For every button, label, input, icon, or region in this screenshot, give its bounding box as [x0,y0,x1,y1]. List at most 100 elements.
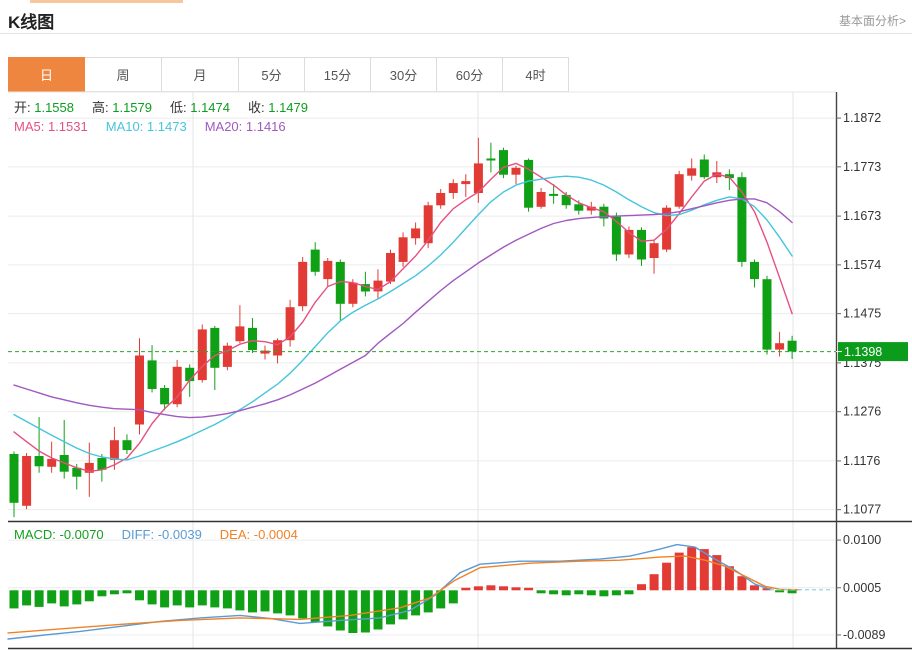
info-item: 高: 1.1579 [92,100,152,115]
macd-hist-bar [361,590,370,632]
macd-hist-bar [185,590,194,607]
candle-body [650,243,659,258]
candle-body [737,177,746,262]
candle-body [763,279,772,349]
ma5-line [14,163,792,471]
candle-body [22,456,31,506]
macd-hist-bar [198,590,207,605]
price-tick-label: 1.1773 [843,160,881,174]
macd-hist-bar [524,588,533,591]
macd-tick-label: 0.0100 [843,533,881,547]
price-tick-label: 1.1574 [843,258,881,272]
candle-body [311,250,320,272]
candle-body [261,351,270,354]
candle-body [775,343,784,349]
macd-hist-bar [662,563,671,591]
macd-hist-bar [675,553,684,591]
macd-hist-bar [273,590,282,613]
candle-body [286,307,295,340]
macd-hist-bar [650,574,659,590]
candle-body [323,261,332,279]
macd-hist-bar [235,590,244,610]
macd-hist-bar [612,590,621,595]
macd-hist-bar [22,590,31,605]
macd-hist-bar [687,547,696,590]
macd-hist-bar [85,590,94,601]
macd-hist-bar [60,590,69,606]
candle-body [625,230,634,255]
candle-body [198,329,207,380]
last-price-label: 1.1398 [844,345,882,359]
macd-hist-bar [298,590,307,618]
macd-hist-bar [35,590,44,607]
candle-body [10,454,19,503]
macd-hist-bar [788,590,797,593]
macd-hist-bar [10,590,19,608]
macd-hist-bar [399,590,408,619]
candle-body [160,388,169,404]
info-item: DEA: -0.0004 [220,527,298,542]
macd-hist-bar [574,590,583,594]
macd-hist-bar [348,590,357,633]
macd-hist-bar [537,590,546,593]
macd-hist-bar [637,584,646,590]
macd-hist-bar [110,590,119,594]
macd-hist-bar [248,590,257,612]
macd-hist-bar [549,590,558,594]
macd-hist-bar [461,588,470,591]
info-item: DIFF: -0.0039 [122,527,202,542]
candle-body [574,204,583,210]
candle-body [788,341,797,352]
candle-body [210,328,219,368]
candle-body [110,440,119,460]
macd-tick-label: 0.0005 [843,581,881,595]
info-item: MA5: 1.1531 [14,119,88,134]
macd-hist-bar [135,590,144,600]
macd-hist-bar [173,590,182,605]
macd-hist-bar [47,590,56,603]
candle-body [173,367,182,404]
info-item: MA10: 1.1473 [106,119,187,134]
macd-hist-bar [599,590,608,596]
price-tick-label: 1.1176 [843,454,880,468]
info-item: 低: 1.1474 [170,100,230,115]
candle-body [512,168,521,175]
macd-hist-bar [374,590,383,629]
macd-hist-bar [148,590,157,604]
macd-hist-bar [449,590,458,603]
candle-body [123,440,132,450]
candle-body [35,456,44,466]
macd-hist-bar [512,587,521,590]
macd-hist-bar [160,590,169,607]
candle-body [399,237,408,262]
candle-body [537,192,546,207]
macd-hist-bar [625,590,634,594]
candle-body [461,181,470,184]
info-item: 收: 1.1479 [248,100,308,115]
price-tick-label: 1.1673 [843,209,881,223]
price-tick-label: 1.1276 [843,405,881,419]
macd-hist-bar [97,590,106,596]
candle-body [700,160,709,178]
ma-info-row: MA5: 1.1531 MA10: 1.1473 MA20: 1.1416 [14,119,304,134]
candle-body [135,356,144,425]
macd-hist-bar [737,576,746,590]
macd-hist-bar [386,590,395,624]
candle-body [637,230,646,260]
macd-hist-bar [587,590,596,595]
candle-body [750,262,759,279]
candle-body [248,328,257,350]
candle-body [675,174,684,207]
macd-hist-bar [562,590,571,595]
ohlc-info-row: 开: 1.1558 高: 1.1579 低: 1.1474 收: 1.1479 [14,97,326,116]
macd-hist-bar [336,590,345,630]
candle-body [148,360,157,389]
macd-hist-bar [210,590,219,607]
macd-hist-bar [261,590,270,611]
macd-hist-bar [750,585,759,590]
info-item: 开: 1.1558 [14,100,74,115]
candle-body [348,283,357,304]
macd-hist-bar [223,590,232,608]
info-item: MA20: 1.1416 [205,119,286,134]
candle-body [486,159,495,161]
